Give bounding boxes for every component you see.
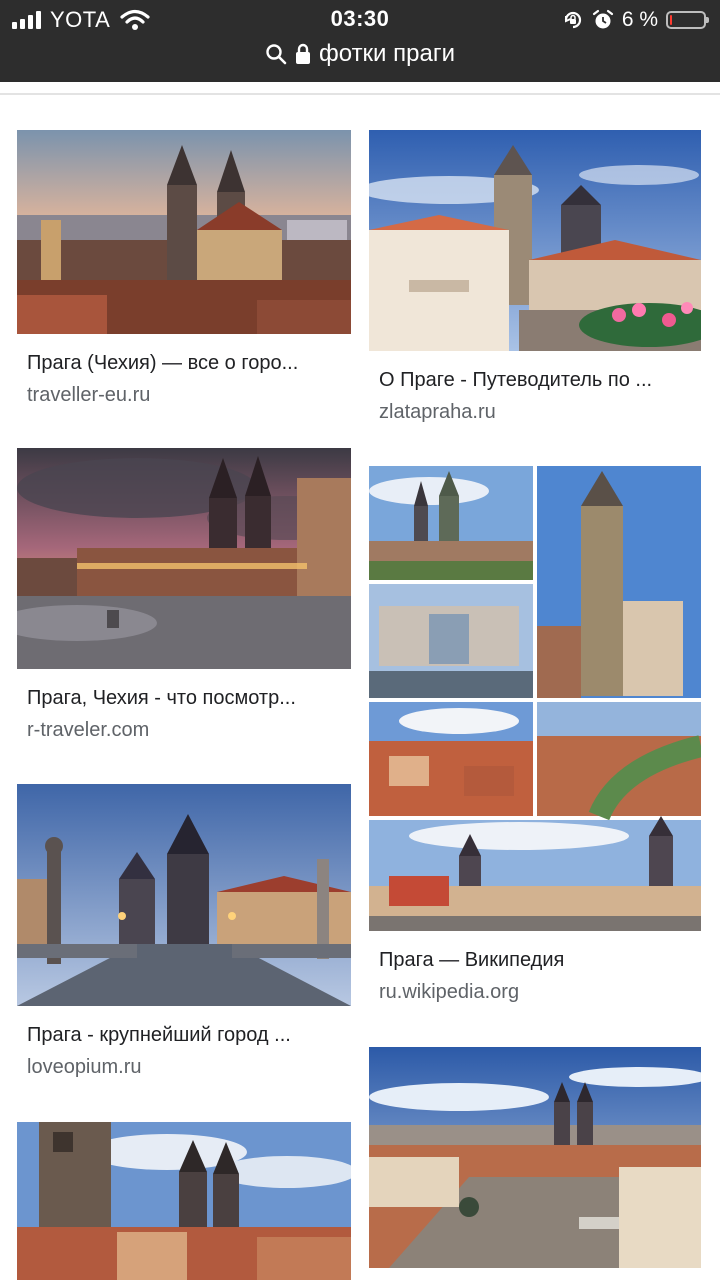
result-source[interactable]: ru.wikipedia.org [379, 979, 691, 1005]
result-image[interactable] [17, 130, 351, 334]
result-card[interactable] [17, 1122, 351, 1280]
top-divider [0, 93, 720, 95]
alarm-icon [592, 9, 613, 29]
result-image[interactable] [17, 784, 351, 1006]
lock-icon [296, 43, 310, 64]
result-source[interactable]: traveller-eu.ru [27, 382, 341, 408]
battery-icon [666, 11, 709, 29]
result-card[interactable]: Прага, Чехия - что посмотр... r-traveler… [17, 448, 351, 743]
result-title[interactable]: Прага, Чехия - что посмотр... [27, 685, 341, 711]
result-title[interactable]: О Праге - Путеводитель по ... [379, 367, 691, 393]
result-card[interactable]: Прага (Чехия) — все о горо... traveller-… [17, 130, 351, 408]
orientation-lock-icon [564, 11, 581, 29]
result-title[interactable]: Прага - крупнейший город ... [27, 1022, 341, 1048]
result-image[interactable] [369, 1047, 701, 1268]
search-icon [266, 44, 287, 65]
result-image[interactable] [369, 466, 701, 931]
result-title[interactable]: Прага (Чехия) — все о горо... [27, 350, 341, 376]
result-source[interactable]: zlatapraha.ru [379, 399, 691, 425]
result-card[interactable]: О Праге - Путеводитель по ... zlatapraha… [369, 130, 701, 425]
result-image[interactable] [17, 1122, 351, 1280]
status-bar-right: 6 % [562, 7, 709, 33]
address-bar[interactable]: фотки праги [0, 38, 720, 70]
search-query: фотки праги [319, 40, 455, 67]
battery-percent: 6 % [621, 8, 658, 31]
result-image[interactable] [369, 130, 701, 351]
result-card[interactable]: Прага - крупнейший город ... loveopium.r… [17, 784, 351, 1080]
browser-top-bar: YOTA 03:30 6 % фотки праги [0, 0, 720, 82]
result-source[interactable]: loveopium.ru [27, 1054, 341, 1080]
result-title[interactable]: Прага — Википедия [379, 947, 691, 973]
result-source[interactable]: r-traveler.com [27, 717, 341, 743]
result-image[interactable] [17, 448, 351, 669]
result-card[interactable]: Прага — Википедия ru.wikipedia.org [369, 466, 701, 1005]
result-card[interactable] [369, 1047, 701, 1268]
